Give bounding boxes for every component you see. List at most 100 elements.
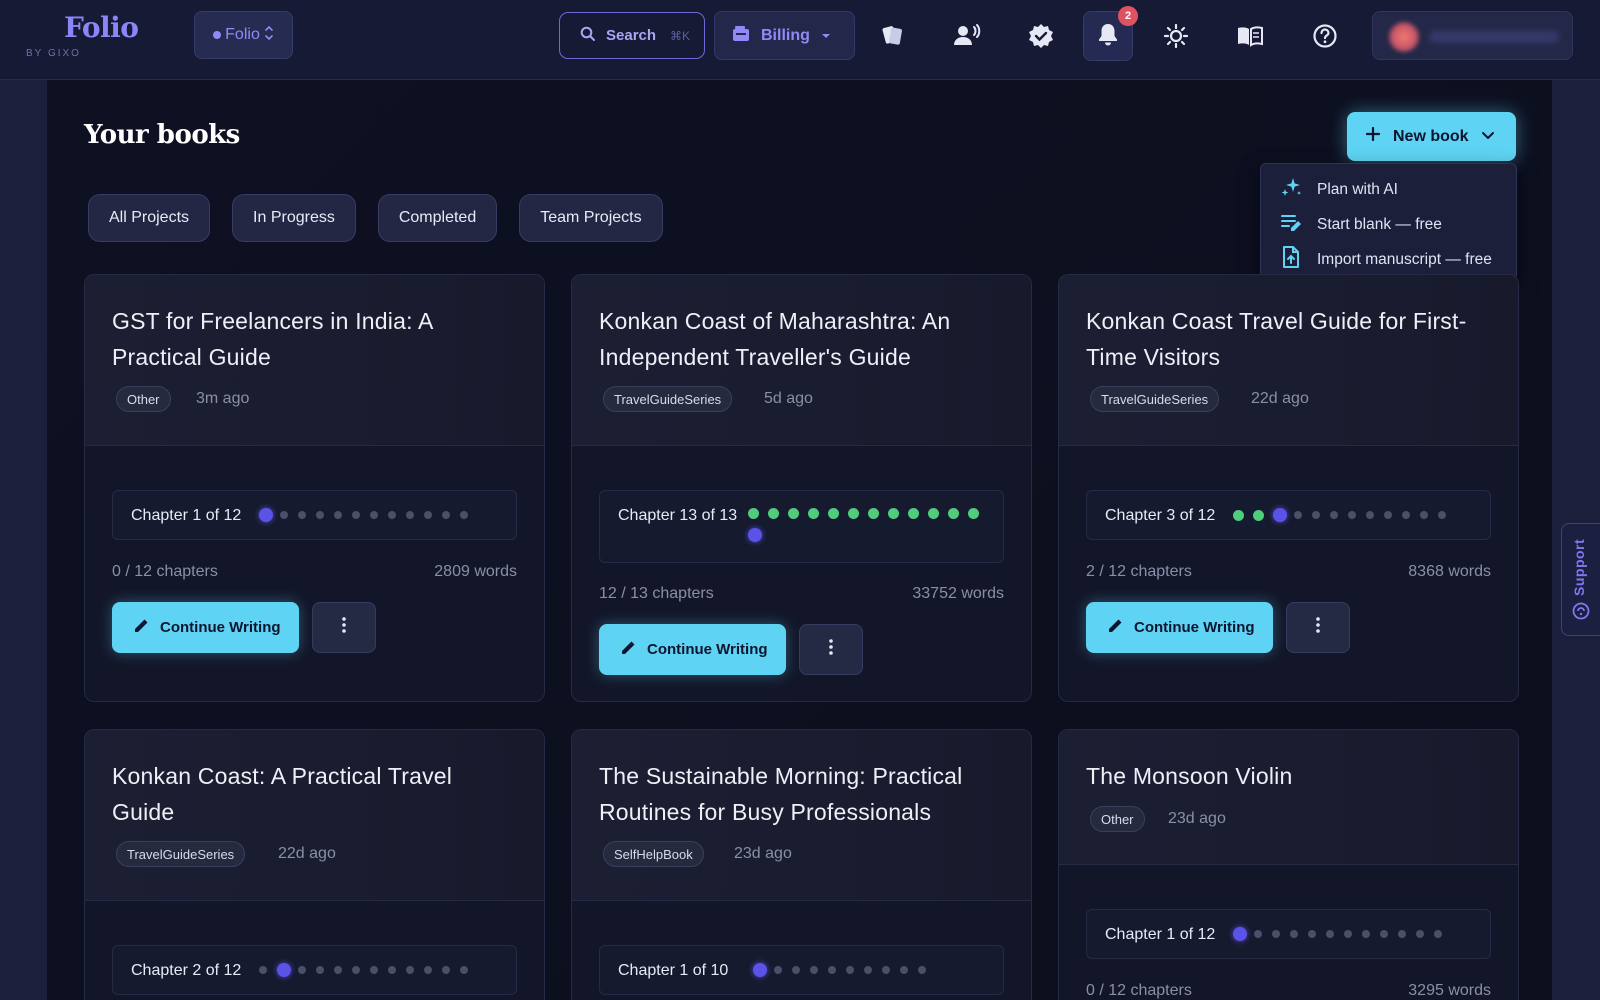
cards-icon[interactable] bbox=[867, 11, 917, 61]
chapter-dot-todo bbox=[1308, 930, 1316, 938]
search-button[interactable]: Search ⌘K bbox=[559, 12, 705, 59]
menu-item-label: Import manuscript — free bbox=[1317, 250, 1492, 268]
theme-toggle-sun-icon[interactable] bbox=[1151, 11, 1201, 61]
chapter-dot-done bbox=[948, 508, 959, 519]
chapter-dot-done bbox=[868, 508, 879, 519]
menu-item-import-manuscript[interactable]: Import manuscript — free bbox=[1261, 242, 1516, 277]
new-book-button[interactable]: New book bbox=[1347, 112, 1516, 161]
book-card[interactable]: The Monsoon Violin Other 23d ago Chapter… bbox=[1058, 729, 1519, 1000]
brand-logo[interactable]: Folio BY GIXO bbox=[26, 12, 139, 60]
chapter-dot-todo bbox=[1254, 930, 1262, 938]
book-title[interactable]: The Monsoon Violin bbox=[1086, 758, 1486, 794]
chapter-dot-done bbox=[888, 508, 899, 519]
chapter-dot-todo bbox=[316, 966, 324, 974]
workspace-switcher[interactable]: Folio bbox=[194, 11, 293, 59]
chapter-dot-done bbox=[908, 508, 919, 519]
book-open-icon[interactable] bbox=[1225, 11, 1275, 61]
chapter-dot-todo bbox=[1294, 511, 1302, 519]
chapter-dot-current bbox=[753, 963, 767, 977]
filter-tabs: All Projects In Progress Completed Team … bbox=[88, 194, 663, 242]
book-tag: SelfHelpBook bbox=[603, 841, 704, 867]
chapter-dot-todo bbox=[280, 511, 288, 519]
search-label: Search bbox=[606, 27, 657, 44]
chapter-count: 2 / 12 chapters bbox=[1086, 563, 1192, 580]
chapter-dot-todo bbox=[442, 511, 450, 519]
chapter-dot-todo bbox=[1380, 930, 1388, 938]
support-tab[interactable]: Support bbox=[1561, 523, 1600, 636]
new-book-label: New book bbox=[1393, 127, 1469, 145]
chapter-dots bbox=[1233, 927, 1483, 941]
more-options-button[interactable] bbox=[1286, 602, 1350, 653]
edit-lines-icon bbox=[1279, 210, 1303, 239]
continue-writing-button[interactable]: Continue Writing bbox=[112, 602, 299, 653]
chapter-progress: Chapter 1 of 12 bbox=[1086, 909, 1491, 959]
chapter-progress: Chapter 13 of 13 bbox=[599, 490, 1004, 563]
book-card[interactable]: Konkan Coast Travel Guide for First-Time… bbox=[1058, 274, 1519, 702]
file-upload-icon bbox=[1279, 245, 1303, 274]
chapter-dot-done bbox=[848, 508, 859, 519]
voice-user-icon[interactable] bbox=[942, 11, 992, 61]
word-count: 8368 words bbox=[1408, 563, 1491, 580]
chapter-progress: Chapter 2 of 12 bbox=[112, 945, 517, 995]
chapter-dots bbox=[259, 508, 509, 522]
caret-down-icon bbox=[820, 27, 832, 45]
book-title[interactable]: Konkan Coast of Maharashtra: An Independ… bbox=[599, 303, 999, 375]
book-card[interactable]: GST for Freelancers in India: A Practica… bbox=[84, 274, 545, 702]
book-card[interactable]: Konkan Coast: A Practical Travel Guide T… bbox=[84, 729, 545, 1000]
chapter-dot-todo bbox=[900, 966, 908, 974]
chapter-dot-todo bbox=[352, 511, 360, 519]
continue-writing-button[interactable]: Continue Writing bbox=[1086, 602, 1273, 653]
more-options-button[interactable] bbox=[799, 624, 863, 675]
book-title[interactable]: GST for Freelancers in India: A Practica… bbox=[112, 303, 512, 375]
book-title[interactable]: Konkan Coast: A Practical Travel Guide bbox=[112, 758, 512, 830]
help-icon[interactable] bbox=[1300, 11, 1350, 61]
continue-writing-button[interactable]: Continue Writing bbox=[599, 624, 786, 675]
support-label: Support bbox=[1571, 538, 1587, 596]
chapter-dot-todo bbox=[334, 966, 342, 974]
billing-button[interactable]: Billing bbox=[714, 11, 855, 60]
progress-label: Chapter 13 of 13 bbox=[618, 507, 738, 524]
word-count: 33752 words bbox=[912, 585, 1004, 602]
book-title[interactable]: The Sustainable Morning: Practical Routi… bbox=[599, 758, 999, 830]
notifications-button[interactable]: 2 bbox=[1083, 6, 1138, 61]
billing-label: Billing bbox=[761, 26, 810, 44]
book-tag: Other bbox=[116, 386, 171, 412]
chapter-dot-todo bbox=[370, 966, 378, 974]
verified-badge-icon[interactable] bbox=[1016, 11, 1066, 61]
more-options-button[interactable] bbox=[312, 602, 376, 653]
notification-count-badge: 2 bbox=[1118, 6, 1138, 26]
chapter-dot-todo bbox=[1362, 930, 1370, 938]
filter-team-projects[interactable]: Team Projects bbox=[519, 194, 663, 242]
book-tag: TravelGuideSeries bbox=[603, 386, 733, 412]
menu-item-start-blank[interactable]: Start blank — free bbox=[1261, 207, 1516, 242]
filter-in-progress[interactable]: In Progress bbox=[232, 194, 356, 242]
book-card[interactable]: Konkan Coast of Maharashtra: An Independ… bbox=[571, 274, 1032, 702]
book-card[interactable]: The Sustainable Morning: Practical Routi… bbox=[571, 729, 1032, 1000]
book-title[interactable]: Konkan Coast Travel Guide for First-Time… bbox=[1086, 303, 1486, 375]
chapter-dot-current bbox=[1273, 508, 1287, 522]
chapter-dot-todo bbox=[1366, 511, 1374, 519]
account-menu[interactable] bbox=[1372, 11, 1573, 60]
book-tag: TravelGuideSeries bbox=[1090, 386, 1220, 412]
continue-writing-label: Continue Writing bbox=[647, 641, 768, 658]
chapter-dot-todo bbox=[424, 511, 432, 519]
book-updated: 3m ago bbox=[196, 390, 250, 407]
menu-item-plan-with-ai[interactable]: Plan with AI bbox=[1261, 172, 1516, 207]
chapter-dot-todo bbox=[1272, 930, 1280, 938]
left-gutter bbox=[0, 80, 47, 1000]
filter-all-projects[interactable]: All Projects bbox=[88, 194, 211, 242]
plus-icon bbox=[1365, 126, 1381, 147]
menu-item-label: Plan with AI bbox=[1317, 180, 1398, 198]
book-updated: 23d ago bbox=[1168, 810, 1226, 827]
kebab-menu-icon bbox=[828, 638, 834, 661]
chevron-down-icon bbox=[1481, 128, 1495, 146]
chapter-dot-done bbox=[968, 508, 979, 519]
filter-completed[interactable]: Completed bbox=[377, 194, 498, 242]
menu-item-label: Start blank — free bbox=[1317, 215, 1442, 233]
page-title: Your books bbox=[84, 120, 240, 150]
book-tag: Other bbox=[1090, 806, 1145, 832]
chapter-dot-todo bbox=[334, 511, 342, 519]
pencil-icon bbox=[1106, 617, 1124, 639]
word-count: 2809 words bbox=[434, 563, 517, 580]
book-updated: 22d ago bbox=[1251, 390, 1309, 407]
